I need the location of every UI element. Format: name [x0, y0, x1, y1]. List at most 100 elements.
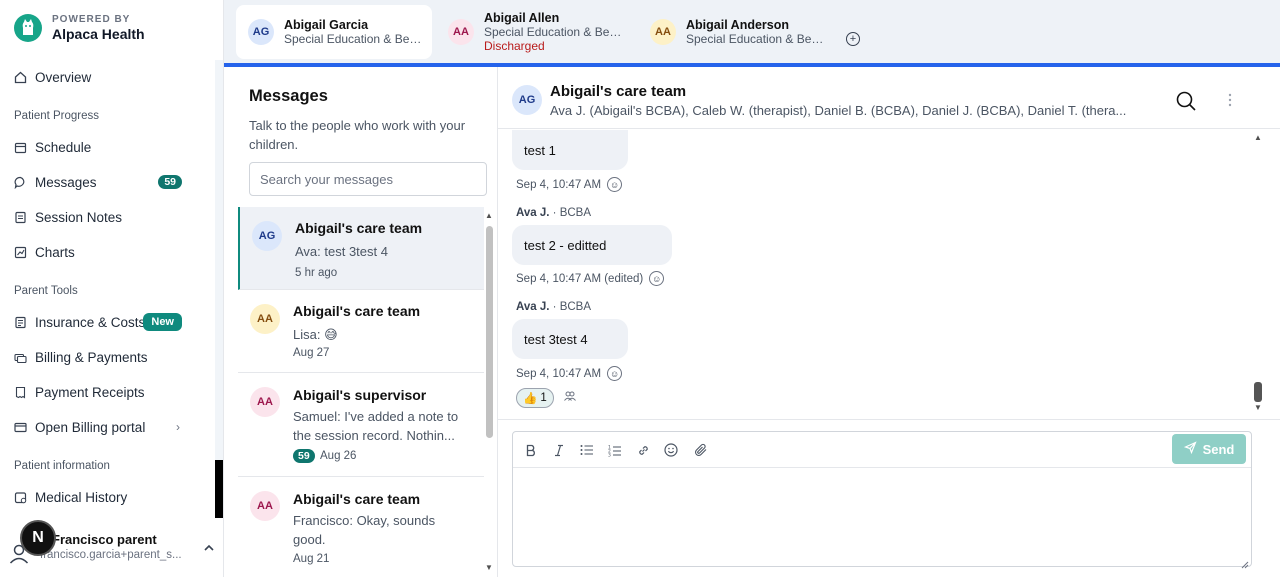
- message-bubble: test 2 - editted: [512, 225, 672, 265]
- sidebar-scrollbar[interactable]: [215, 60, 223, 460]
- sidebar-item-receipts[interactable]: Payment Receipts: [14, 379, 204, 405]
- message-sender: Ava J. · BCBA: [516, 301, 591, 313]
- message-input[interactable]: [514, 469, 1250, 565]
- sidebar-item-insurance[interactable]: Insurance & Costs New: [14, 309, 204, 335]
- page-title: Messages: [249, 87, 328, 105]
- italic-icon[interactable]: [551, 442, 567, 458]
- link-icon[interactable]: [635, 442, 651, 458]
- scroll-up-arrow-icon[interactable]: ▲: [485, 211, 493, 220]
- tab-name: Abigail Garcia: [284, 18, 369, 32]
- message-bubble: test 3test 4: [512, 319, 628, 359]
- composer-divider: [498, 419, 1280, 420]
- message-bubble: test 1: [512, 130, 628, 170]
- sidebar-item-session-notes[interactable]: Session Notes: [14, 204, 204, 230]
- reaction-users-icon[interactable]: [564, 391, 576, 404]
- send-label: Send: [1202, 441, 1235, 457]
- sidebar-item-label: Payment Receipts: [35, 384, 145, 400]
- sidebar-item-label: Messages: [35, 174, 97, 190]
- sidebar-scrollbar-thumb[interactable]: [215, 460, 223, 518]
- status-badge: Discharged: [484, 39, 545, 53]
- sidebar-item-schedule[interactable]: Schedule: [14, 134, 204, 160]
- scroll-down-arrow-icon[interactable]: ▼: [485, 563, 493, 572]
- avatar: AA: [250, 491, 280, 521]
- tab-abigail-garcia[interactable]: AG Abigail Garcia Special Education & Be…: [236, 5, 432, 59]
- add-reaction-icon[interactable]: ☺: [649, 271, 665, 286]
- sender-role: · BCBA: [549, 207, 592, 219]
- emoji-icon[interactable]: [663, 442, 679, 458]
- sidebar-item-medical-history[interactable]: Medical History: [14, 484, 204, 510]
- sender-role: · BCBA: [549, 301, 592, 313]
- search-input[interactable]: [249, 162, 487, 196]
- numbered-list-icon[interactable]: 123: [607, 442, 623, 458]
- message-composer: 123 Send: [512, 431, 1252, 569]
- conversation-item[interactable]: AA Abigail's supervisor Samuel: I've add…: [238, 373, 484, 477]
- document-icon: [14, 316, 27, 329]
- bullet-list-icon[interactable]: [579, 442, 595, 458]
- sender-name: Ava J.: [516, 301, 550, 313]
- add-reaction-icon[interactable]: ☺: [607, 366, 623, 381]
- message-meta: Sep 4, 10:47 AM (edited) ☺: [516, 271, 665, 286]
- attachment-icon[interactable]: [693, 442, 709, 458]
- brand[interactable]: POWERED BY Alpaca Health: [14, 14, 145, 42]
- conversation-title: Abigail's care team: [293, 491, 421, 507]
- add-reaction-icon[interactable]: ☺: [607, 177, 623, 192]
- scroll-up-arrow-icon[interactable]: ▲: [1254, 133, 1262, 142]
- alpaca-logo-icon: [14, 14, 42, 42]
- brand-powered-by: POWERED BY: [52, 14, 131, 25]
- new-badge: New: [143, 313, 182, 331]
- search-icon[interactable]: [1176, 91, 1196, 116]
- user-email: francisco.garcia+parent_s...: [40, 549, 182, 561]
- message-timestamp: Sep 4, 10:47 AM (edited): [516, 272, 644, 285]
- user-menu[interactable]: Francisco parent francisco.garcia+parent…: [8, 520, 218, 570]
- message-timestamp: Sep 4, 10:47 AM: [516, 367, 602, 380]
- more-options-icon[interactable]: [1228, 93, 1232, 107]
- sidebar-item-label: Schedule: [35, 139, 92, 155]
- message-timestamp: Sep 4, 10:47 AM: [516, 178, 602, 191]
- messages-count-badge: 59: [158, 175, 182, 189]
- sidebar-item-charts[interactable]: Charts: [14, 239, 204, 265]
- tab-name: Abigail Allen: [484, 11, 560, 25]
- reaction-emoji: 👍: [523, 393, 538, 405]
- brand-name: Alpaca Health: [52, 26, 145, 42]
- avatar: AA: [250, 304, 280, 334]
- sidebar-item-overview[interactable]: Overview: [14, 64, 204, 90]
- tab-abigail-anderson[interactable]: AA Abigail Anderson Special Education & …: [638, 5, 838, 59]
- chevron-up-icon: [204, 540, 214, 554]
- sidebar-item-label: Session Notes: [35, 209, 123, 225]
- chat-title: Abigail's care team: [550, 83, 687, 100]
- avatar: AG: [248, 19, 274, 45]
- dev-tools-badge[interactable]: N: [20, 520, 56, 556]
- bold-icon[interactable]: [523, 442, 539, 458]
- chat-members[interactable]: Ava J. (Abigail's BCBA), Caleb W. (thera…: [550, 103, 1162, 118]
- conversation-item[interactable]: AG Abigail's care team Ava: test 3test 4…: [238, 207, 484, 290]
- app-window: POWERED BY Alpaca Health Overview Patien…: [0, 0, 1280, 577]
- sidebar-item-messages[interactable]: Messages 59: [14, 169, 204, 195]
- sidebar: POWERED BY Alpaca Health Overview Patien…: [0, 0, 224, 577]
- tab-name: Abigail Anderson: [686, 18, 790, 32]
- message-sender: Ava J. · BCBA: [516, 207, 591, 219]
- section-parent-tools: Parent Tools: [14, 285, 78, 297]
- add-tab-icon[interactable]: +: [846, 32, 860, 46]
- sidebar-item-billing-portal[interactable]: Open Billing portal ›: [14, 414, 204, 440]
- send-button[interactable]: Send: [1172, 434, 1246, 464]
- sidebar-item-billing[interactable]: Billing & Payments: [14, 344, 204, 370]
- sidebar-item-label: Overview: [35, 69, 92, 85]
- medical-folder-icon: [14, 491, 27, 504]
- conversation-item[interactable]: AA Abigail's care team Francisco: Okay, …: [238, 477, 484, 577]
- conversation-time: Aug 27: [293, 347, 330, 359]
- conversation-title: Abigail's care team: [295, 220, 423, 236]
- scroll-down-arrow-icon[interactable]: ▼: [1254, 403, 1262, 412]
- sidebar-item-label: Insurance & Costs: [35, 314, 146, 330]
- avatar: AA: [250, 387, 280, 417]
- avatar: AA: [650, 19, 676, 45]
- chat-scrollbar[interactable]: [1254, 382, 1262, 402]
- resize-grip-icon[interactable]: [1241, 556, 1249, 569]
- page-subtitle: Talk to the people who work with your ch…: [249, 118, 466, 152]
- conversation-item[interactable]: AA Abigail's care team Lisa: 😅 Aug 27: [238, 290, 484, 373]
- tab-program: Special Education & Beh...: [484, 25, 624, 39]
- conversation-list-scrollbar[interactable]: [486, 226, 493, 438]
- section-patient-information: Patient information: [14, 460, 110, 472]
- tab-abigail-allen[interactable]: AA Abigail Allen Special Education & Beh…: [436, 5, 632, 59]
- chart-icon: [14, 246, 27, 259]
- reaction-chip[interactable]: 👍 1: [516, 388, 554, 408]
